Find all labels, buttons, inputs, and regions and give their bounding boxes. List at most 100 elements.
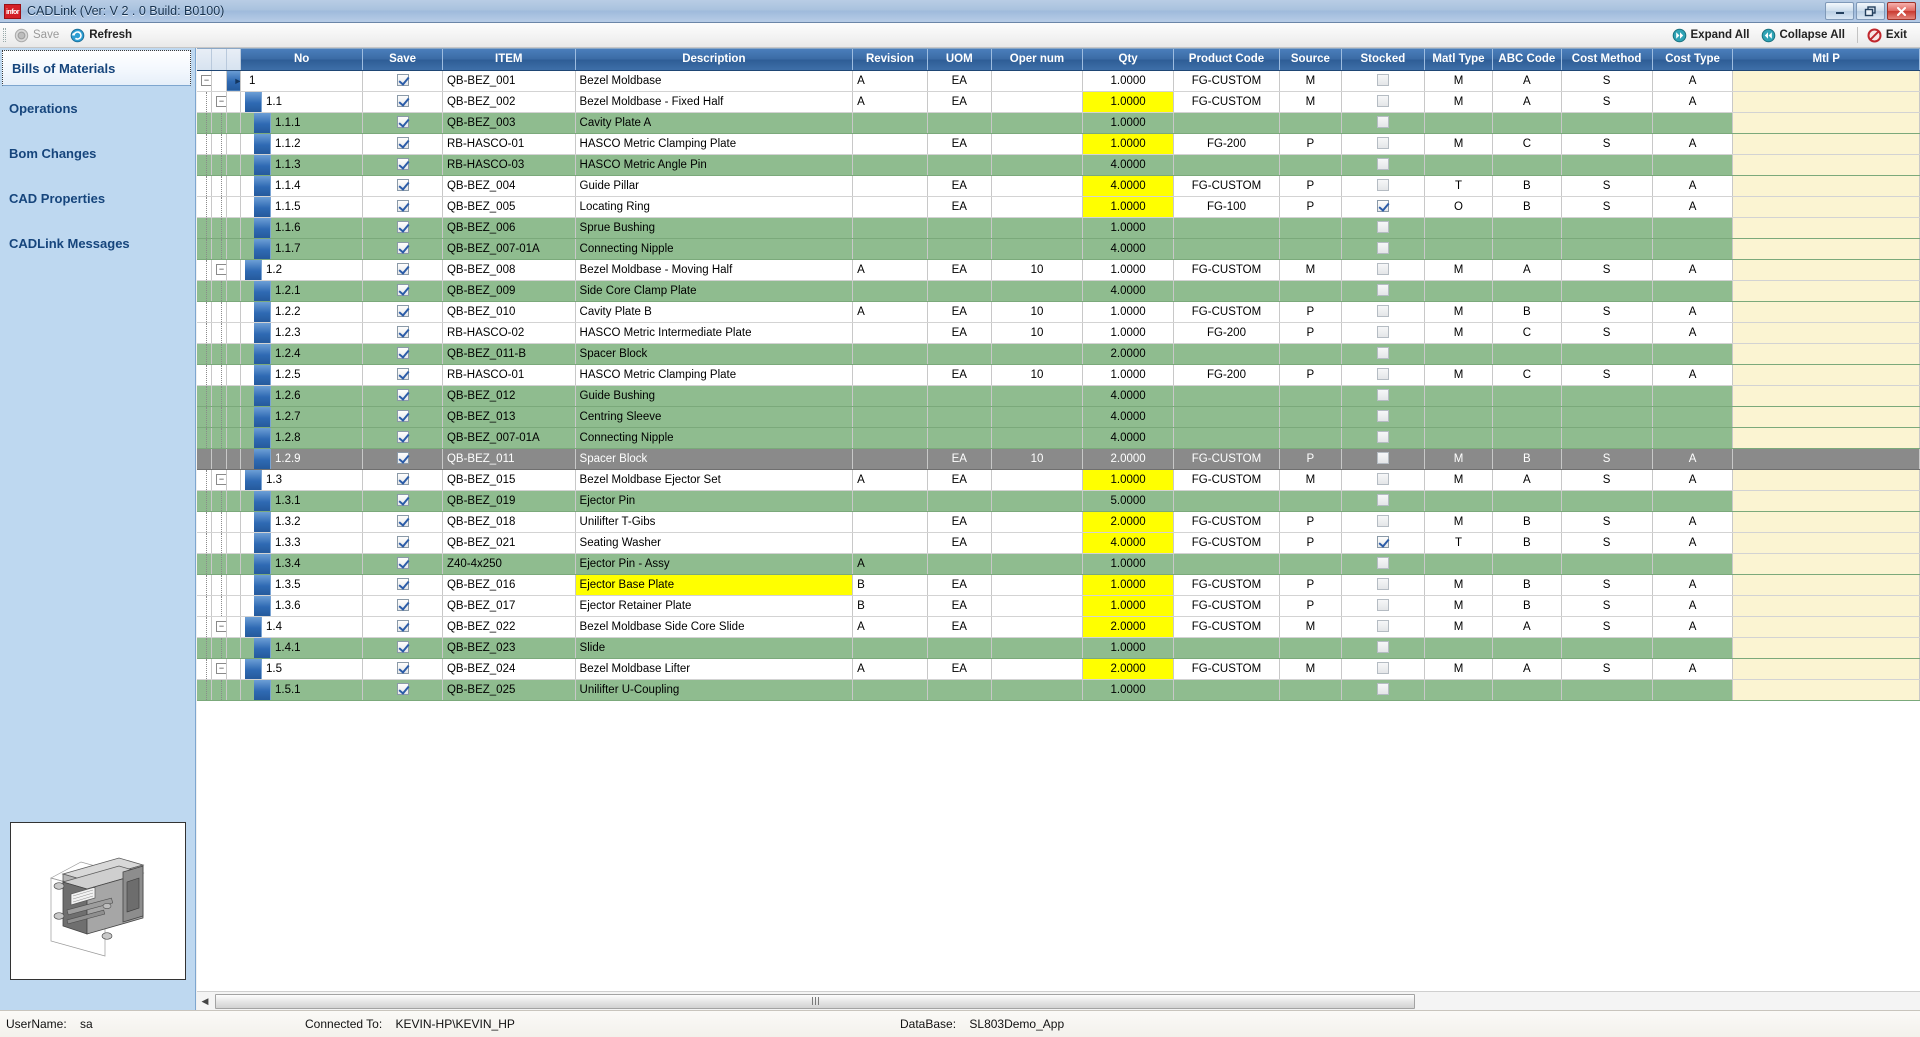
cell-uom[interactable]: EA (927, 511, 991, 532)
cell-product-code[interactable] (1174, 637, 1280, 658)
stocked-checkbox[interactable] (1377, 305, 1389, 317)
save-checkbox[interactable] (397, 263, 409, 275)
cell-cost-method[interactable] (1561, 343, 1652, 364)
cell-item[interactable]: RB-HASCO-01 (442, 364, 575, 385)
row-selector-cell[interactable] (226, 511, 241, 532)
cad-preview-thumbnail[interactable] (10, 822, 186, 980)
cell-revision[interactable] (853, 448, 928, 469)
cell-cost-method[interactable]: S (1561, 91, 1652, 112)
cell-product-code[interactable]: FG-CUSTOM (1174, 658, 1280, 679)
cell-description[interactable]: Cavity Plate B (575, 301, 853, 322)
cell-save[interactable] (363, 322, 443, 343)
cell-abc-code[interactable] (1493, 343, 1561, 364)
cell-qty[interactable]: 4.0000 (1083, 385, 1174, 406)
cell-save[interactable] (363, 133, 443, 154)
cell-cost-type[interactable]: A (1652, 364, 1733, 385)
cell-matl-type[interactable]: T (1424, 175, 1492, 196)
collapse-node-icon[interactable]: − (216, 663, 226, 674)
cell-abc-code[interactable] (1493, 154, 1561, 175)
table-row[interactable]: 1.1.2RB-HASCO-01HASCO Metric Clamping Pl… (197, 133, 1920, 154)
cell-description[interactable]: Bezel Moldbase Side Core Slide (575, 616, 853, 637)
cell-uom[interactable] (927, 679, 991, 700)
cell-mtl-p[interactable] (1733, 91, 1920, 112)
cell-qty[interactable]: 1.0000 (1083, 574, 1174, 595)
cell-description[interactable]: Guide Bushing (575, 385, 853, 406)
row-selector-cell[interactable] (226, 490, 241, 511)
cell-mtl-p[interactable] (1733, 343, 1920, 364)
row-selector-cell[interactable]: ► (226, 70, 241, 91)
row-selector-cell[interactable] (226, 574, 241, 595)
cell-no[interactable]: 1.2.4 (241, 343, 363, 364)
cell-revision[interactable] (853, 322, 928, 343)
row-level-marker[interactable] (254, 302, 271, 322)
cell-uom[interactable] (927, 553, 991, 574)
toolbar-grip[interactable] (3, 28, 6, 42)
cell-no[interactable]: 1.3.1 (241, 490, 363, 511)
cell-qty[interactable]: 5.0000 (1083, 490, 1174, 511)
save-checkbox[interactable] (397, 641, 409, 653)
row-level-marker[interactable] (254, 596, 271, 616)
column-header-product-code[interactable]: Product Code (1174, 49, 1280, 70)
cell-no[interactable]: 1.5.1 (241, 679, 363, 700)
cell-product-code[interactable]: FG-CUSTOM (1174, 616, 1280, 637)
cell-save[interactable] (363, 364, 443, 385)
cell-source[interactable] (1279, 154, 1341, 175)
cell-qty[interactable]: 2.0000 (1083, 511, 1174, 532)
row-level-marker[interactable] (254, 386, 271, 406)
save-checkbox[interactable] (397, 620, 409, 632)
cell-qty[interactable]: 1.0000 (1083, 259, 1174, 280)
stocked-checkbox[interactable] (1377, 284, 1389, 296)
cell-oper-num[interactable] (991, 70, 1082, 91)
cell-matl-type[interactable]: M (1424, 595, 1492, 616)
cell-abc-code[interactable] (1493, 490, 1561, 511)
column-header-stocked[interactable]: Stocked (1341, 49, 1424, 70)
cell-source[interactable] (1279, 112, 1341, 133)
column-header-abc-code[interactable]: ABC Code (1493, 49, 1561, 70)
cell-description[interactable]: Bezel Moldbase Ejector Set (575, 469, 853, 490)
row-indent-cell[interactable]: − (212, 469, 227, 490)
cell-no[interactable]: 1.3.2 (241, 511, 363, 532)
cell-mtl-p[interactable] (1733, 112, 1920, 133)
cell-description[interactable]: Unilifter U-Coupling (575, 679, 853, 700)
table-row[interactable]: 1.1.6QB-BEZ_006Sprue Bushing1.0000 (197, 217, 1920, 238)
cell-save[interactable] (363, 427, 443, 448)
cell-cost-type[interactable]: A (1652, 322, 1733, 343)
stocked-checkbox[interactable] (1377, 578, 1389, 590)
table-row[interactable]: −1.4QB-BEZ_022Bezel Moldbase Side Core S… (197, 616, 1920, 637)
cell-cost-method[interactable]: S (1561, 301, 1652, 322)
cell-cost-method[interactable]: S (1561, 175, 1652, 196)
cell-abc-code[interactable]: B (1493, 532, 1561, 553)
cell-qty[interactable]: 4.0000 (1083, 532, 1174, 553)
cell-product-code[interactable] (1174, 385, 1280, 406)
cell-revision[interactable]: A (853, 301, 928, 322)
cell-no[interactable]: 1.2.7 (241, 406, 363, 427)
cell-revision[interactable] (853, 112, 928, 133)
stocked-checkbox[interactable] (1377, 473, 1389, 485)
table-row[interactable]: 1.2.1QB-BEZ_009Side Core Clamp Plate4.00… (197, 280, 1920, 301)
row-selector-cell[interactable] (226, 301, 241, 322)
bom-grid-container[interactable]: NoSaveITEMDescriptionRevisionUOMOper num… (197, 48, 1920, 1010)
cell-product-code[interactable]: FG-CUSTOM (1174, 532, 1280, 553)
stocked-checkbox[interactable] (1377, 221, 1389, 233)
cell-save[interactable] (363, 301, 443, 322)
cell-cost-method[interactable] (1561, 154, 1652, 175)
cell-qty[interactable]: 4.0000 (1083, 280, 1174, 301)
cell-mtl-p[interactable] (1733, 238, 1920, 259)
cell-matl-type[interactable] (1424, 385, 1492, 406)
table-row[interactable]: −1.5QB-BEZ_024Bezel Moldbase LifterAEA2.… (197, 658, 1920, 679)
cell-source[interactable] (1279, 553, 1341, 574)
cell-source[interactable] (1279, 490, 1341, 511)
cell-save[interactable] (363, 259, 443, 280)
cell-product-code[interactable] (1174, 112, 1280, 133)
table-row[interactable]: 1.1.3RB-HASCO-03HASCO Metric Angle Pin4.… (197, 154, 1920, 175)
row-level-marker[interactable] (254, 512, 271, 532)
row-level-marker[interactable] (254, 407, 271, 427)
cell-cost-method[interactable]: S (1561, 574, 1652, 595)
row-selector-cell[interactable] (226, 616, 241, 637)
cell-cost-type[interactable] (1652, 217, 1733, 238)
cell-uom[interactable] (927, 112, 991, 133)
sidebar-item-cadlink-messages[interactable]: CADLink Messages (0, 221, 195, 266)
save-checkbox[interactable] (397, 452, 409, 464)
cell-abc-code[interactable]: A (1493, 91, 1561, 112)
cell-oper-num[interactable] (991, 553, 1082, 574)
